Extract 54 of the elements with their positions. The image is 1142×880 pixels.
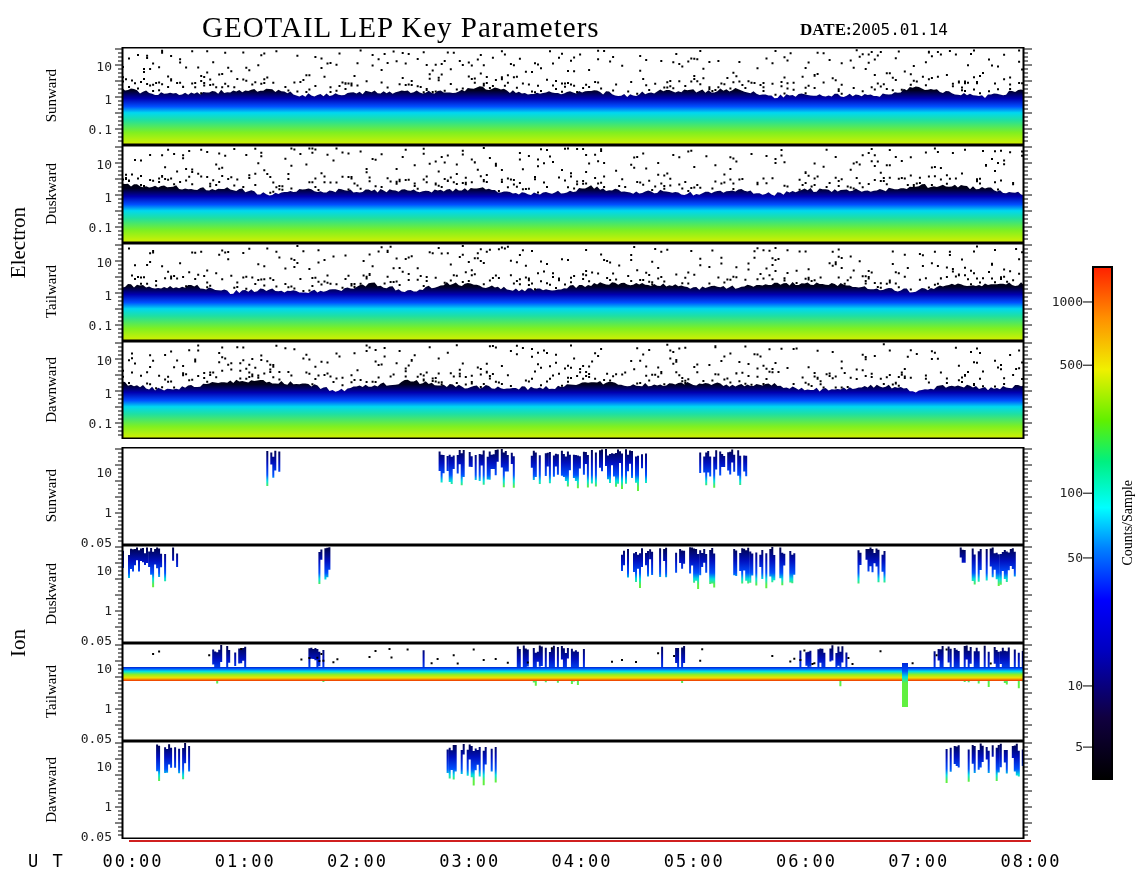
chart-title: GEOTAIL LEP Key Parameters	[202, 10, 601, 45]
axis-tick-label: 10	[96, 60, 112, 74]
axis-tick-label: 10	[96, 256, 112, 270]
axis-tick-label: 1	[104, 93, 112, 107]
group-label: Electron	[5, 207, 31, 279]
colorbar-tick-label: 10	[1067, 678, 1083, 693]
time-tick-label: 01:00	[213, 851, 277, 871]
colorbar-tick-label: 100	[1059, 486, 1083, 501]
time-tick-label: 03:00	[438, 851, 502, 871]
axis-label: U T	[28, 851, 66, 871]
time-tick-label: 06:00	[774, 851, 839, 871]
axis-tick-label: 0.1	[88, 417, 112, 431]
axis-tick-label: 1	[104, 387, 112, 401]
time-tick-label: 00:00	[101, 851, 165, 871]
axis-tick-label: 10	[96, 466, 112, 480]
date-label: DATE:	[800, 19, 852, 41]
colorbar-tick-label: 1000	[1051, 294, 1083, 309]
axis-tick-label: 10	[96, 760, 112, 774]
direction-label: Dawnward	[42, 357, 60, 423]
axis-tick-label: 1	[104, 506, 112, 520]
date-value: 2005.01.14	[851, 19, 948, 41]
direction-label: Duskward	[42, 563, 60, 625]
direction-label: Duskward	[42, 163, 60, 225]
group-label: Ion	[5, 629, 31, 657]
axis-tick-label: 0.05	[80, 732, 112, 746]
time-tick-label: 07:00	[887, 851, 951, 871]
axis-tick-label: 1	[104, 800, 112, 814]
direction-label: Tailward	[42, 265, 60, 319]
axis-tick-label: 0.05	[80, 830, 112, 844]
axis-tick-label: 10	[96, 354, 112, 368]
time-tick-label: 08:00	[999, 851, 1063, 871]
direction-label: Sunward	[42, 69, 60, 123]
axis-tick-label: 1	[104, 604, 112, 618]
time-tick-label: 05:00	[662, 851, 726, 871]
time-tick-label: 04:00	[550, 851, 614, 871]
direction-label: Dawnward	[42, 757, 60, 823]
colorbar-tick-label: 5	[1075, 740, 1083, 755]
direction-label: Sunward	[42, 469, 60, 523]
axis-tick-label: 0.1	[88, 123, 112, 137]
colorbar-tick-label: 50	[1067, 550, 1083, 565]
colorbar-tick-label: 500	[1059, 358, 1083, 373]
axis-tick-label: 10	[96, 564, 112, 578]
axis-tick-label: 1	[104, 289, 112, 303]
axis-tick-label: 0.1	[88, 221, 112, 235]
axis-tick-label: 10	[96, 158, 112, 172]
axis-tick-label: 1	[104, 702, 112, 716]
time-tick-label: 02:00	[325, 851, 390, 871]
colorbar-label: Counts/Sample	[1120, 480, 1136, 566]
axis-tick-label: 0.05	[80, 536, 112, 550]
axis-tick-label: 0.05	[80, 634, 112, 648]
axis-tick-label: 10	[96, 662, 112, 676]
axis-tick-label: 0.1	[88, 319, 112, 333]
direction-label: Tailward	[42, 665, 60, 719]
axis-tick-label: 1	[104, 191, 112, 205]
